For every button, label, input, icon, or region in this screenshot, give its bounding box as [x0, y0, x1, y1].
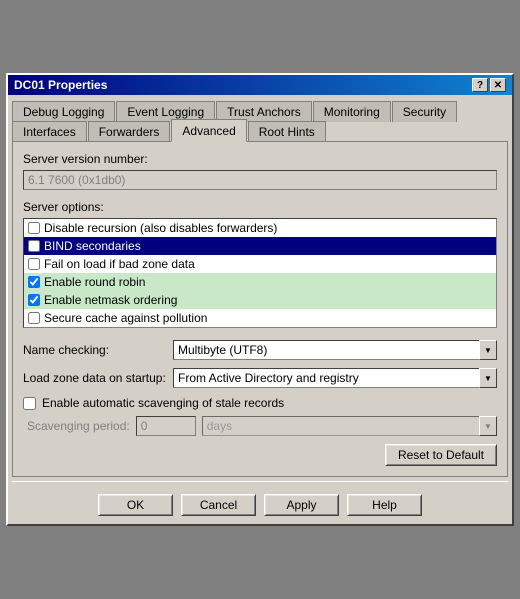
apply-button[interactable]: Apply	[264, 494, 339, 516]
name-checking-row: Name checking: Multibyte (UTF8) Strict R…	[23, 340, 497, 360]
window-title: DC01 Properties	[14, 78, 107, 92]
name-checking-label: Name checking:	[23, 343, 173, 357]
title-bar-buttons: ? ✕	[472, 78, 506, 92]
server-version-input	[23, 170, 497, 190]
checkbox-secure-cache[interactable]	[28, 312, 40, 324]
option-enable-round-robin[interactable]: Enable round robin	[24, 273, 496, 291]
tab-container: Debug Logging Event Logging Trust Anchor…	[8, 95, 512, 142]
separator	[12, 481, 508, 482]
name-checking-arrow-icon[interactable]: ▼	[479, 340, 497, 360]
scavenging-label: Enable automatic scavenging of stale rec…	[42, 396, 284, 410]
help-button[interactable]: Help	[347, 494, 422, 516]
content-area: Server version number: Server options: D…	[12, 141, 508, 477]
scavenging-unit-wrapper: days hours ▼	[202, 416, 497, 436]
load-zone-row: Load zone data on startup: From Active D…	[23, 368, 497, 388]
checkbox-fail-on-load[interactable]	[28, 258, 40, 270]
option-bind-secondaries[interactable]: BIND secondaries	[24, 237, 496, 255]
close-title-btn[interactable]: ✕	[490, 78, 506, 92]
scavenging-period-input	[136, 416, 196, 436]
tab-row-1: Debug Logging Event Logging Trust Anchor…	[12, 99, 508, 120]
tab-row-2: Interfaces Forwarders Advanced Root Hint…	[12, 119, 508, 142]
server-options-label: Server options:	[23, 200, 497, 214]
help-title-btn[interactable]: ?	[472, 78, 488, 92]
bottom-buttons: OK Cancel Apply Help	[8, 486, 512, 524]
tab-security[interactable]: Security	[392, 101, 457, 122]
tab-debug-logging[interactable]: Debug Logging	[12, 101, 115, 122]
scavenging-row: Enable automatic scavenging of stale rec…	[23, 396, 497, 410]
option-secure-cache[interactable]: Secure cache against pollution	[24, 309, 496, 327]
tab-advanced[interactable]: Advanced	[171, 119, 246, 142]
server-version-label: Server version number:	[23, 152, 497, 166]
load-zone-select[interactable]: From Active Directory and registry From …	[173, 368, 497, 388]
load-zone-select-wrapper: From Active Directory and registry From …	[173, 368, 497, 388]
title-bar: DC01 Properties ? ✕	[8, 75, 512, 95]
checkbox-disable-recursion[interactable]	[28, 222, 40, 234]
tab-monitoring[interactable]: Monitoring	[313, 101, 391, 122]
server-options-box: Disable recursion (also disables forward…	[23, 218, 497, 328]
checkbox-scavenging[interactable]	[23, 397, 36, 410]
checkbox-enable-netmask[interactable]	[28, 294, 40, 306]
cancel-button[interactable]: Cancel	[181, 494, 256, 516]
option-enable-netmask[interactable]: Enable netmask ordering	[24, 291, 496, 309]
option-disable-recursion[interactable]: Disable recursion (also disables forward…	[24, 219, 496, 237]
scavenging-period-label: Scavenging period:	[27, 419, 130, 433]
load-zone-arrow-icon[interactable]: ▼	[479, 368, 497, 388]
checkbox-bind-secondaries[interactable]	[28, 240, 40, 252]
name-checking-select-wrapper: Multibyte (UTF8) Strict RFC (ANSI) Non R…	[173, 340, 497, 360]
scavenging-period-row: Scavenging period: days hours ▼	[23, 416, 497, 436]
reset-to-default-button[interactable]: Reset to Default	[385, 444, 497, 466]
main-window: DC01 Properties ? ✕ Debug Logging Event …	[6, 73, 514, 526]
checkbox-enable-round-robin[interactable]	[28, 276, 40, 288]
scavenging-unit-select: days hours	[202, 416, 497, 436]
name-checking-select[interactable]: Multibyte (UTF8) Strict RFC (ANSI) Non R…	[173, 340, 497, 360]
ok-button[interactable]: OK	[98, 494, 173, 516]
option-fail-on-load[interactable]: Fail on load if bad zone data	[24, 255, 496, 273]
reset-row: Reset to Default	[23, 444, 497, 466]
load-zone-label: Load zone data on startup:	[23, 371, 173, 385]
scavenging-unit-arrow-icon: ▼	[479, 416, 497, 436]
